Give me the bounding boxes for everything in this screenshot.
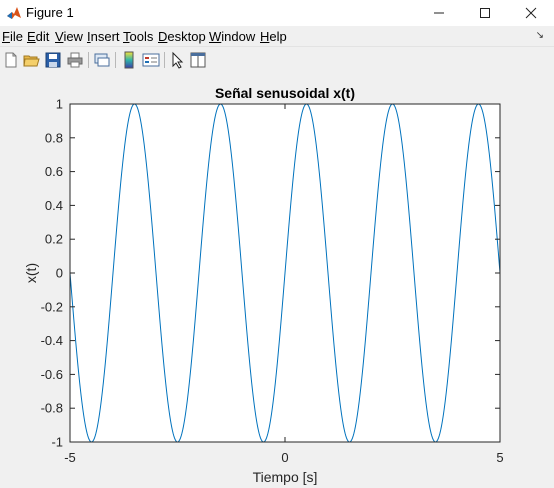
menu-bar: File Edit View Insert Tools Desktop Wind… — [0, 26, 554, 46]
maximize-icon — [480, 8, 490, 18]
close-button[interactable] — [508, 0, 554, 26]
y-tick-label: -0.4 — [41, 333, 63, 348]
y-tick-label: -0.6 — [41, 367, 63, 382]
menu-view[interactable]: View — [55, 29, 83, 44]
menu-insert[interactable]: Insert — [87, 29, 120, 44]
figure-toolbar — [0, 46, 554, 74]
menu-help[interactable]: Help — [260, 29, 287, 44]
insert-legend-icon[interactable] — [142, 51, 160, 69]
y-tick-label: 0.6 — [45, 164, 63, 179]
y-axis-label: x(t) — [23, 263, 39, 283]
figure-canvas: -1 -0.8 -0.6 -0.4 -0.2 0 0.2 0.4 0.6 0.8 1 -5 0 5 Seña… — [0, 73, 554, 488]
plot-svg: -1 -0.8 -0.6 -0.4 -0.2 0 0.2 0.4 0.6 0.8 1 -5 0 5 Seña… — [23, 85, 504, 485]
minimize-icon — [434, 12, 444, 14]
y-tick-label: 0.4 — [45, 198, 63, 213]
menu-file[interactable]: File — [2, 29, 23, 44]
x-axis-label: Tiempo [s] — [253, 469, 318, 485]
y-tick-label: 0 — [56, 266, 63, 281]
x-tick-label: 5 — [496, 450, 503, 465]
menu-edit[interactable]: Edit — [27, 29, 49, 44]
toolbar-separator — [164, 52, 165, 68]
close-icon — [525, 7, 537, 19]
dock-figure-icon[interactable]: ↘ — [536, 30, 544, 41]
edit-plot-icon[interactable] — [169, 51, 187, 69]
y-tick-label: -0.2 — [41, 299, 63, 314]
y-tick-label: -1 — [51, 435, 63, 450]
y-tick-label: 0.8 — [45, 130, 63, 145]
matlab-logo-icon — [7, 7, 21, 19]
menu-desktop[interactable]: Desktop — [158, 29, 206, 44]
property-inspector-icon[interactable] — [189, 51, 207, 69]
insert-colorbar-icon[interactable] — [120, 51, 138, 69]
toolbar-separator — [88, 52, 89, 68]
title-bar: Figure 1 — [0, 0, 554, 26]
y-tick-label: 1 — [56, 97, 63, 112]
toolbar-separator — [115, 52, 116, 68]
menu-window[interactable]: Window — [209, 29, 255, 44]
x-tick-label: 0 — [281, 450, 288, 465]
new-figure-icon[interactable] — [2, 51, 20, 69]
print-icon[interactable] — [66, 51, 84, 69]
chart-title: Señal senusoidal x(t) — [215, 85, 355, 101]
minimize-button[interactable] — [416, 0, 462, 26]
y-tick-label: -0.8 — [41, 401, 63, 416]
y-tick-label: 0.2 — [45, 232, 63, 247]
maximize-button[interactable] — [462, 0, 508, 26]
x-tick-label: -5 — [64, 450, 76, 465]
window-title: Figure 1 — [26, 5, 74, 20]
menu-tools[interactable]: Tools — [123, 29, 153, 44]
open-file-icon[interactable] — [22, 51, 40, 69]
save-icon[interactable] — [44, 51, 62, 69]
link-plot-icon[interactable] — [93, 51, 111, 69]
